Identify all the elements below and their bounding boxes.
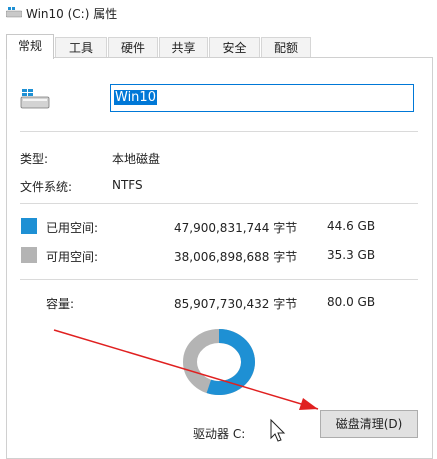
- drive-letter-label: 驱动器 C:: [193, 427, 246, 441]
- window-title: Win10 (C:) 属性: [26, 7, 118, 21]
- filesystem-value: NTFS: [112, 178, 143, 192]
- tab-security[interactable]: 安全: [209, 37, 260, 58]
- tab-strip: 常规 工具 硬件 共享 安全 配额: [0, 34, 437, 59]
- filesystem-label: 文件系统:: [20, 180, 73, 194]
- free-space-swatch: [21, 247, 37, 263]
- capacity-bytes: 85,907,730,432 字节: [174, 297, 298, 311]
- tab-tools[interactable]: 工具: [55, 37, 107, 58]
- type-label: 类型:: [20, 152, 49, 166]
- capacity-size: 80.0 GB: [327, 295, 376, 309]
- tab-sharing[interactable]: 共享: [159, 37, 208, 58]
- drive-icon: [6, 7, 22, 18]
- free-space-label: 可用空间:: [46, 250, 99, 264]
- drive-name-value: Win10: [114, 90, 157, 105]
- divider: [20, 279, 418, 280]
- free-space-size: 35.3 GB: [327, 248, 376, 262]
- used-space-arc: [206, 329, 255, 395]
- title-bar: Win10 (C:) 属性: [0, 0, 437, 28]
- disk-cleanup-button[interactable]: 磁盘清理(D): [320, 410, 418, 438]
- type-value: 本地磁盘: [112, 152, 161, 166]
- hard-drive-icon: [20, 89, 50, 109]
- disk-usage-donut: [183, 329, 255, 395]
- used-space-swatch: [21, 218, 37, 234]
- capacity-label: 容量:: [46, 297, 75, 311]
- free-space-bytes: 38,006,898,688 字节: [174, 250, 298, 264]
- used-space-label: 已用空间:: [46, 221, 99, 235]
- divider: [20, 131, 418, 132]
- tab-general[interactable]: 常规: [6, 34, 54, 59]
- drive-name-input[interactable]: Win10: [110, 84, 414, 112]
- tab-hardware[interactable]: 硬件: [108, 37, 158, 58]
- used-space-size: 44.6 GB: [327, 219, 376, 233]
- used-space-bytes: 47,900,831,744 字节: [174, 221, 298, 235]
- divider: [20, 203, 418, 204]
- tab-quota[interactable]: 配额: [261, 37, 311, 58]
